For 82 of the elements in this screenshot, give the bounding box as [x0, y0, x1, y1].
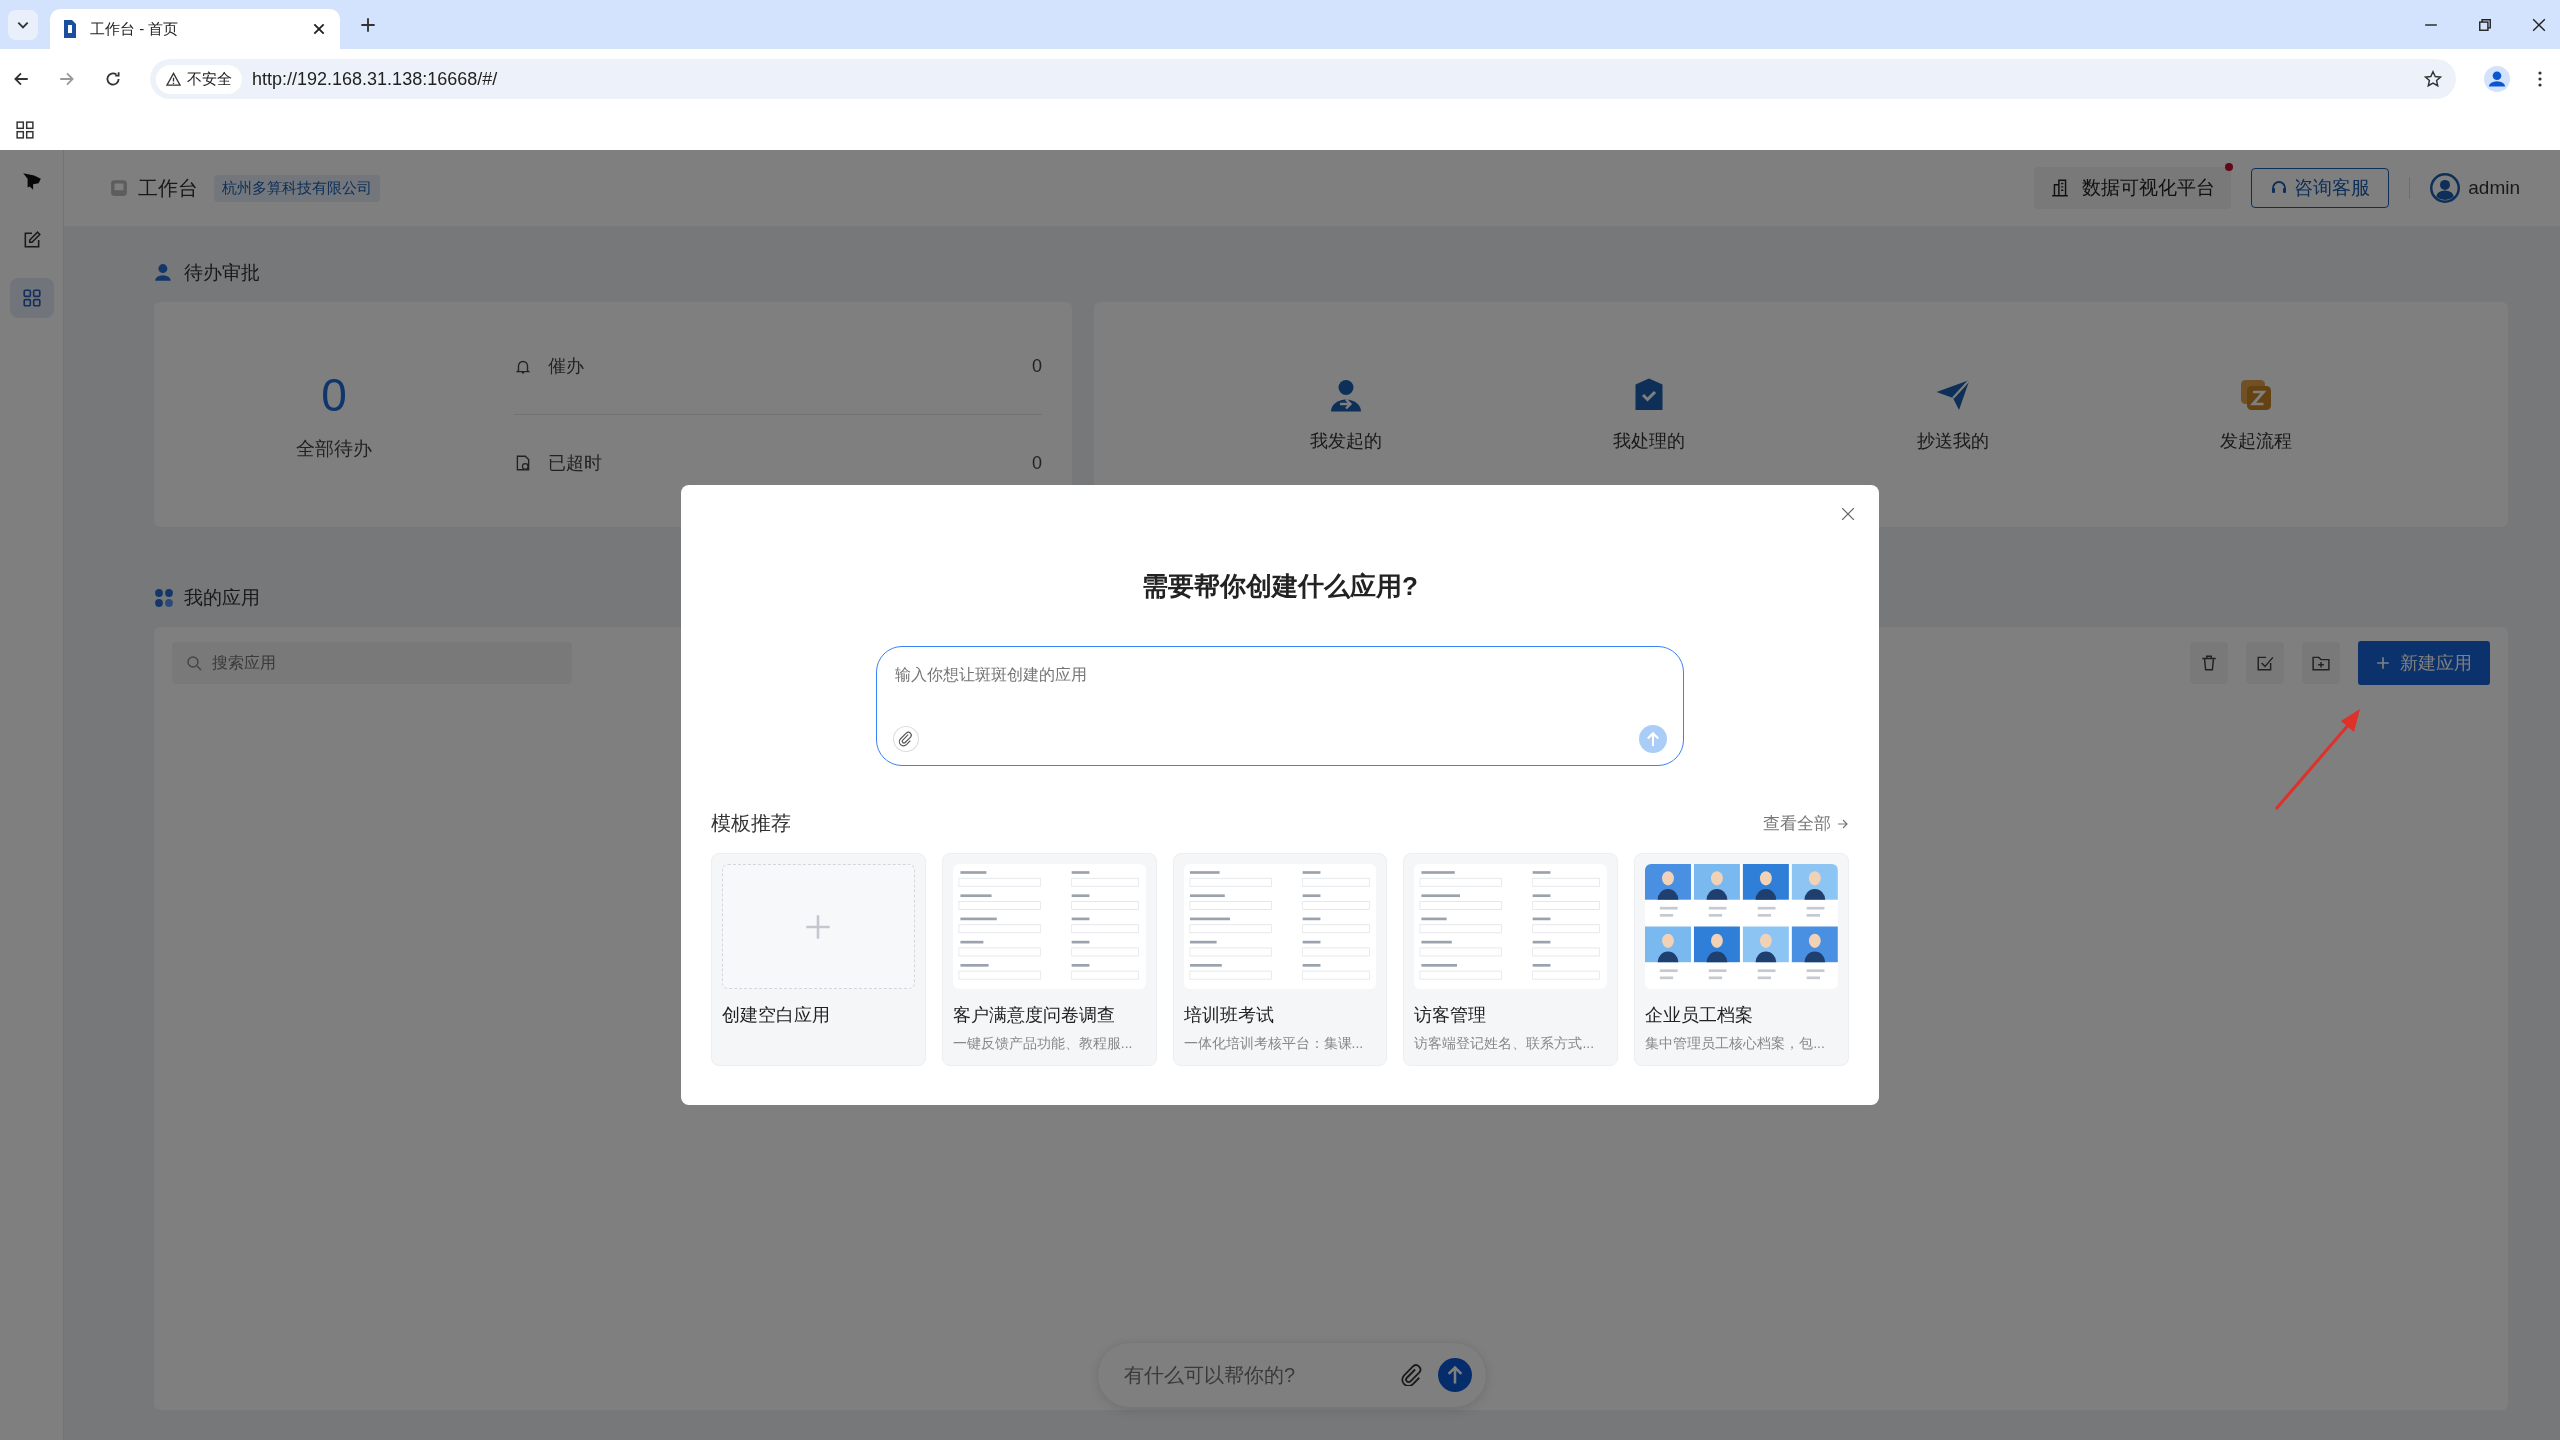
plus-icon	[2376, 656, 2390, 670]
template-card[interactable]: 访客管理 访客端登记姓名、联系方式...	[1403, 853, 1619, 1066]
star-icon[interactable]	[2424, 70, 2442, 88]
prompt-field[interactable]: 输入你想让斑斑创建的应用	[876, 646, 1684, 766]
paperclip-icon[interactable]	[1400, 1364, 1422, 1386]
apps-icon	[154, 588, 174, 608]
template-description: 一键反馈产品功能、教程服...	[952, 1035, 1134, 1053]
plus-icon	[805, 913, 832, 940]
security-chip[interactable]: 不安全	[156, 64, 242, 94]
user-menu[interactable]: admin	[2430, 173, 2520, 203]
page-title: 工作台	[138, 175, 198, 201]
more-icon[interactable]	[2538, 71, 2542, 87]
building-icon	[2050, 178, 2071, 198]
template-name: 企业员工档案	[1645, 1004, 1755, 1027]
chat-input[interactable]: 有什么可以帮你的?	[1122, 1362, 1384, 1388]
view-all-link[interactable]: 查看全部	[1763, 812, 1849, 835]
folder-icon	[2312, 654, 2330, 672]
trash-icon	[2200, 654, 2218, 672]
template-description: 一体化培训考核平台：集课...	[1183, 1035, 1365, 1053]
shortcut-button[interactable]: 我发起的	[1309, 376, 1382, 453]
apps-grid-icon[interactable]	[16, 120, 34, 139]
search-field[interactable]: 搜索应用	[172, 642, 572, 684]
grid-icon	[21, 288, 42, 308]
search-icon	[186, 655, 202, 671]
close-icon[interactable]	[312, 22, 326, 36]
template-description: 集中管理员工核心档案，包...	[1645, 1035, 1826, 1053]
shortcut-button[interactable]: 发起流程	[2220, 376, 2293, 453]
select-button[interactable]	[2246, 642, 2284, 684]
template-card[interactable]: 客户满意度问卷调查 一键反馈产品功能、教程服...	[941, 853, 1157, 1066]
dialog-title: 需要帮你创建什么应用?	[1142, 570, 1418, 603]
template-card[interactable]: 创建空白应用	[711, 853, 926, 1066]
person-icon	[154, 263, 174, 283]
stat-value: 0	[1032, 452, 1042, 474]
folder-button[interactable]	[2302, 642, 2340, 684]
support-button[interactable]: 咨询客服	[2251, 168, 2390, 208]
document-clock-icon	[514, 454, 532, 472]
template-name: 客户满意度问卷调查	[952, 1004, 1116, 1027]
arrow-right-icon	[1837, 817, 1849, 830]
template-name: 创建空白应用	[722, 1004, 831, 1027]
url-text: http://192.168.31.138:16668/#/	[252, 68, 498, 90]
back-icon[interactable]	[12, 70, 30, 88]
section-title: 待办审批	[184, 261, 260, 285]
shortcut-button[interactable]: 抄送我的	[1916, 376, 1989, 453]
browser-tab[interactable]: 工作台 - 首页	[50, 9, 340, 49]
stat-row[interactable]: 已超时 0	[514, 445, 1042, 481]
new-tab-icon[interactable]	[360, 16, 376, 33]
template-name: 培训班考试	[1183, 1004, 1275, 1027]
warning-icon	[166, 71, 181, 87]
tab-title: 工作台 - 首页	[90, 19, 180, 39]
count-label: 全部待办	[296, 436, 372, 461]
chat-field[interactable]: 有什么可以帮你的?	[1097, 1342, 1487, 1408]
restore-icon[interactable]	[2478, 17, 2492, 32]
template-card[interactable]: 培训班考试 一体化培训考核平台：集课...	[1172, 853, 1388, 1066]
company-tag: 杭州多算科技有限公司	[214, 174, 380, 202]
count-number: 0	[321, 367, 347, 422]
template-card[interactable]: 企业员工档案 集中管理员工核心档案，包...	[1634, 853, 1849, 1066]
security-label: 不安全	[187, 69, 232, 89]
new-app-button[interactable]: 新建应用	[2358, 641, 2490, 685]
stat-row[interactable]: 催办 0	[514, 348, 1042, 415]
avatar-icon	[2430, 173, 2461, 203]
address-bar[interactable]: 不安全 http://192.168.31.138:16668/#/	[150, 59, 2456, 99]
monitor-icon	[110, 179, 128, 197]
search-input[interactable]: 搜索应用	[210, 653, 558, 673]
profile-icon[interactable]	[2484, 66, 2510, 92]
template-name: 访客管理	[1414, 1004, 1488, 1027]
sidebar-item[interactable]	[9, 278, 54, 318]
shortcut-button[interactable]: 我处理的	[1613, 376, 1686, 453]
reload-icon[interactable]	[104, 70, 122, 88]
section-title: 模板推荐	[711, 811, 791, 836]
page-logo-icon	[62, 19, 78, 39]
delete-button[interactable]	[2190, 642, 2228, 684]
template-description: 访客端登记姓名、联系方式...	[1414, 1035, 1596, 1053]
stat-value: 0	[1032, 355, 1042, 377]
close-icon[interactable]	[2532, 17, 2546, 32]
tab-list-button[interactable]	[8, 9, 38, 40]
logo-icon[interactable]	[20, 170, 43, 192]
section-title: 我的应用	[184, 586, 260, 610]
send-icon[interactable]	[1438, 1358, 1472, 1392]
stat-label: 已超时	[548, 452, 602, 475]
forward-icon[interactable]	[58, 70, 76, 88]
checkbox-icon	[2256, 654, 2274, 672]
stat-label: 催办	[548, 355, 584, 378]
